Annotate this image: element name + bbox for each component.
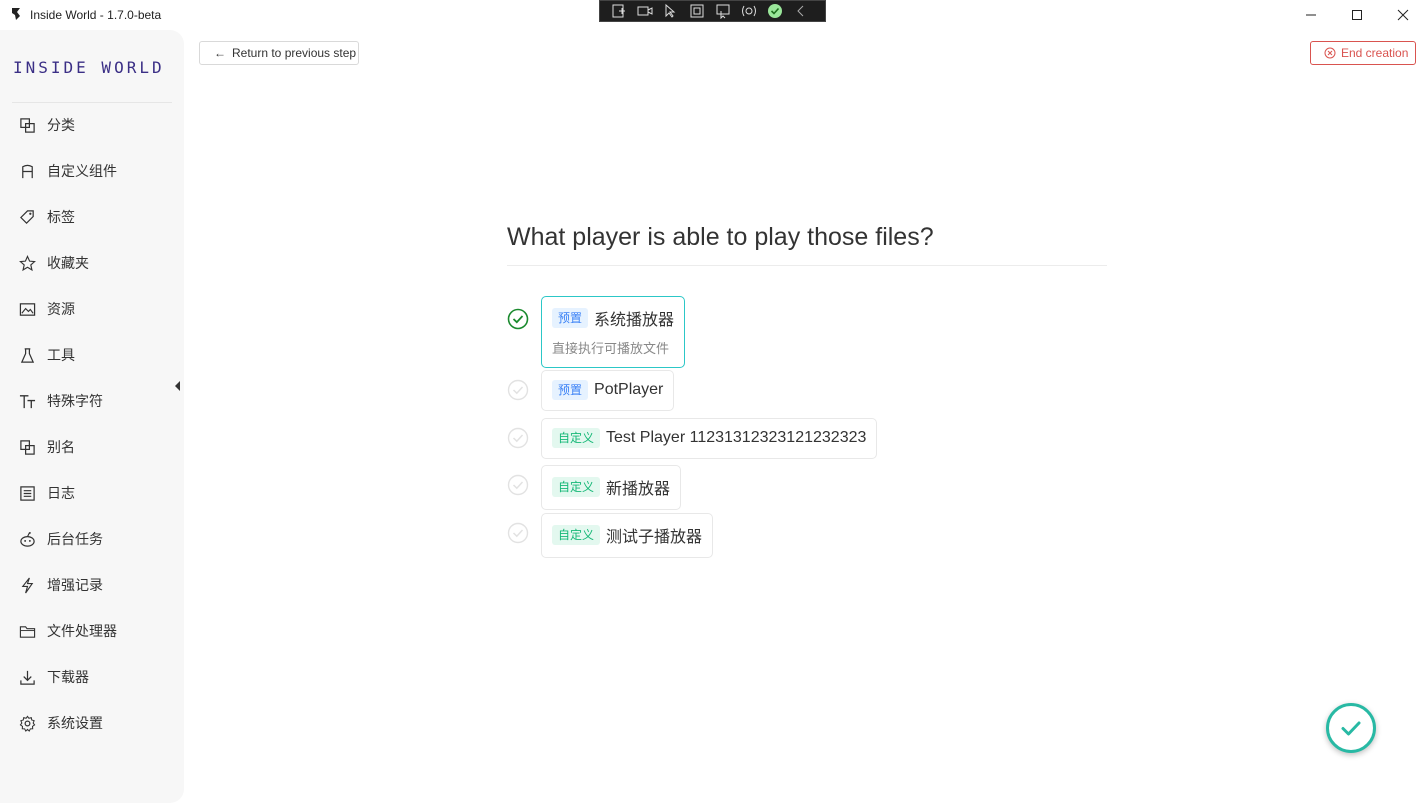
list-icon <box>18 484 36 502</box>
bolt-icon <box>18 576 36 594</box>
option-name: 新播放器 <box>606 481 671 498</box>
hot-reload-check-icon[interactable] <box>766 3 783 19</box>
app-logo: INSIDE WORLD <box>13 58 165 77</box>
sidebar-item-tags[interactable]: 标签 <box>0 194 184 240</box>
title-divider <box>507 265 1107 266</box>
minimize-icon <box>1306 14 1316 16</box>
option-card[interactable]: 自定义 新播放器 <box>541 465 682 510</box>
sidebar: INSIDE WORLD 分类 自定义组件 标签 收藏夹 资源 工具 特殊字符 … <box>0 30 184 803</box>
option-card[interactable]: 自定义 Test Player 11231312323121232323 <box>541 418 878 459</box>
select-element-icon[interactable] <box>662 3 679 19</box>
sidebar-item-alias[interactable]: 别名 <box>0 424 184 470</box>
close-icon <box>1397 9 1409 21</box>
layout-adorner-icon[interactable] <box>688 3 705 19</box>
checkmark-icon <box>1341 721 1361 736</box>
sidebar-item-settings[interactable]: 系统设置 <box>0 700 184 746</box>
close-window-button[interactable] <box>1380 0 1426 30</box>
check-circle-icon[interactable] <box>507 474 529 496</box>
sidebar-item-log[interactable]: 日志 <box>0 470 184 516</box>
copy-icon <box>18 116 36 134</box>
maximize-icon <box>1352 10 1362 20</box>
folder-icon <box>18 622 36 640</box>
option-description: 直接执行可播放文件 <box>552 341 670 356</box>
option-item[interactable]: 预置 PotPlayer <box>507 370 675 411</box>
window-title: Inside World - 1.7.0-beta <box>30 8 162 22</box>
minimize-button[interactable] <box>1288 0 1334 30</box>
download-icon <box>18 668 36 686</box>
end-creation-label: End creation <box>1341 46 1409 60</box>
binding-icon[interactable] <box>740 3 757 19</box>
option-tag: 自定义 <box>552 525 601 545</box>
tags-icon <box>18 208 36 226</box>
sidebar-item-tools[interactable]: 工具 <box>0 332 184 378</box>
maximize-button[interactable] <box>1334 0 1380 30</box>
confirm-button[interactable] <box>1326 703 1376 753</box>
text-size-icon <box>18 392 36 410</box>
option-item[interactable]: 预置 系统播放器 直接执行可播放文件 <box>507 296 686 368</box>
sidebar-item-background-tasks[interactable]: 后台任务 <box>0 516 184 562</box>
sidebar-collapse-handle[interactable] <box>175 381 180 391</box>
sidebar-item-special-chars[interactable]: 特殊字符 <box>0 378 184 424</box>
sidebar-item-category[interactable]: 分类 <box>0 102 184 148</box>
sidebar-item-resources[interactable]: 资源 <box>0 286 184 332</box>
option-item[interactable]: 自定义 测试子播放器 <box>507 513 714 558</box>
option-tag: 预置 <box>552 308 589 328</box>
gear-icon <box>18 714 36 732</box>
sidebar-item-downloader[interactable]: 下载器 <box>0 654 184 700</box>
option-card[interactable]: 预置 PotPlayer <box>541 370 675 411</box>
option-card[interactable]: 自定义 测试子播放器 <box>541 513 714 558</box>
check-circle-icon[interactable] <box>507 522 529 544</box>
option-tag: 自定义 <box>552 428 601 448</box>
option-item[interactable]: 自定义 新播放器 <box>507 465 682 510</box>
video-icon[interactable] <box>636 3 653 19</box>
robot-icon <box>18 530 36 548</box>
check-circle-icon[interactable] <box>507 379 529 401</box>
return-button[interactable]: ← Return to previous step <box>199 41 359 65</box>
sidebar-item-enhancement-records[interactable]: 增强记录 <box>0 562 184 608</box>
arrow-left-icon: ← <box>214 46 226 60</box>
close-circle-icon <box>1324 47 1336 59</box>
debug-toolbar <box>599 0 826 22</box>
image-icon <box>18 300 36 318</box>
copy-icon <box>18 438 36 456</box>
return-button-label: Return to previous step <box>232 46 357 60</box>
option-card[interactable]: 预置 系统播放器 直接执行可播放文件 <box>541 296 686 368</box>
component-icon <box>18 162 36 180</box>
option-name: Test Player 11231312323121232323 <box>606 429 867 446</box>
option-name: 测试子播放器 <box>606 529 703 546</box>
live-tree-icon[interactable] <box>610 3 627 19</box>
option-tag: 自定义 <box>552 477 601 497</box>
sidebar-item-custom-component[interactable]: 自定义组件 <box>0 148 184 194</box>
sidebar-item-favorites[interactable]: 收藏夹 <box>0 240 184 286</box>
option-item[interactable]: 自定义 Test Player 11231312323121232323 <box>507 418 878 459</box>
sidebar-item-file-processor[interactable]: 文件处理器 <box>0 608 184 654</box>
option-name: 系统播放器 <box>594 312 675 329</box>
star-icon <box>18 254 36 272</box>
track-focus-icon[interactable] <box>714 3 731 19</box>
app-icon <box>9 7 23 21</box>
end-creation-button[interactable]: End creation <box>1310 41 1416 65</box>
page-title: What player is able to play those files? <box>507 223 934 251</box>
check-circle-icon[interactable] <box>507 427 529 449</box>
option-tag: 预置 <box>552 380 589 400</box>
sidebar-menu: 分类 自定义组件 标签 收藏夹 资源 工具 特殊字符 别名 日志 后台任务 增强… <box>0 102 184 746</box>
flask-icon <box>18 346 36 364</box>
check-circle-selected-icon[interactable] <box>507 308 529 330</box>
option-name: PotPlayer <box>594 381 664 398</box>
collapse-toolbar-icon[interactable] <box>792 3 809 19</box>
